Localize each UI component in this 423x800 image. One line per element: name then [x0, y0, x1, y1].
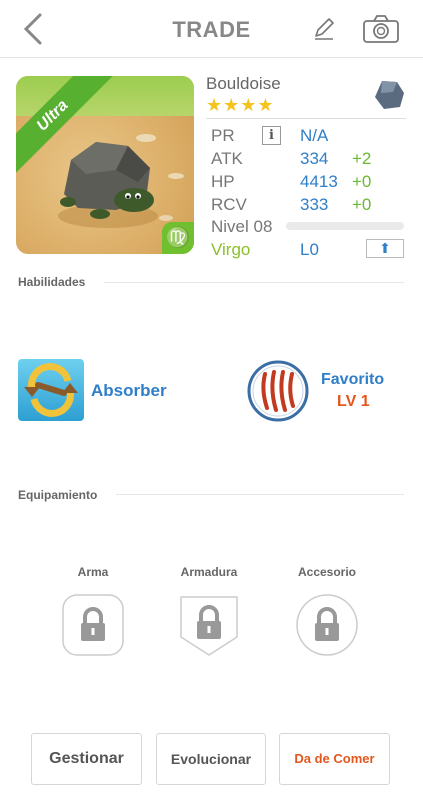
equip-label-accessory: Accesorio: [297, 565, 357, 579]
upgrade-arrow-button[interactable]: ⬆: [366, 239, 404, 258]
info-icon[interactable]: i: [262, 126, 281, 145]
rock-element-icon: [375, 81, 404, 109]
page-title: TRADE: [172, 17, 251, 42]
feed-button[interactable]: Da de Comer: [279, 733, 390, 785]
hp-value: 4413: [300, 172, 338, 191]
manage-button[interactable]: Gestionar: [31, 733, 142, 785]
zodiac-badge: ♍: [162, 222, 194, 254]
armor-slot-lock-icon[interactable]: [177, 593, 241, 657]
claw-scratch-icon[interactable]: [247, 360, 309, 422]
divider: [104, 282, 404, 283]
hp-bonus: +0: [352, 172, 372, 191]
equip-label-armor: Armadura: [180, 565, 238, 579]
leader-skill-name[interactable]: Favorito: [321, 371, 384, 389]
atk-label: ATK: [211, 149, 243, 168]
rcv-label: RCV: [211, 195, 247, 214]
atk-bonus: +2: [352, 149, 372, 168]
divider: [206, 118, 406, 119]
monster-name: Bouldoise: [206, 74, 281, 93]
skill-name[interactable]: Absorber: [91, 381, 167, 401]
leader-skill-level: LV 1: [337, 393, 370, 410]
section-title-equipment: Equipamiento: [18, 488, 98, 502]
evolve-button[interactable]: Evolucionar: [156, 733, 266, 785]
monster-card-image[interactable]: Ultra ♍: [16, 76, 194, 254]
zodiac-label: Virgo: [211, 240, 251, 259]
camera-icon[interactable]: [362, 14, 400, 44]
rcv-value: 333: [300, 195, 329, 214]
accessory-slot-lock-icon[interactable]: [295, 593, 359, 657]
hp-label: HP: [211, 172, 235, 191]
divider: [116, 494, 404, 495]
pencil-icon[interactable]: [312, 16, 336, 42]
pr-value: N/A: [300, 126, 329, 145]
rcv-bonus: +0: [352, 195, 372, 214]
section-title-abilities: Habilidades: [18, 275, 86, 289]
equip-label-weapon: Arma: [77, 565, 109, 579]
top-bar: TRADE: [0, 0, 423, 58]
weapon-slot-lock-icon[interactable]: [61, 593, 125, 657]
absorb-swap-icon[interactable]: [18, 359, 84, 421]
level-progress-bar: [286, 222, 404, 230]
atk-value: 334: [300, 149, 329, 168]
level-label: Nivel 08: [211, 217, 273, 236]
zodiac-level: L0: [300, 240, 319, 259]
star-rating: ★★★★: [206, 95, 275, 115]
pr-label: PR: [211, 126, 235, 145]
